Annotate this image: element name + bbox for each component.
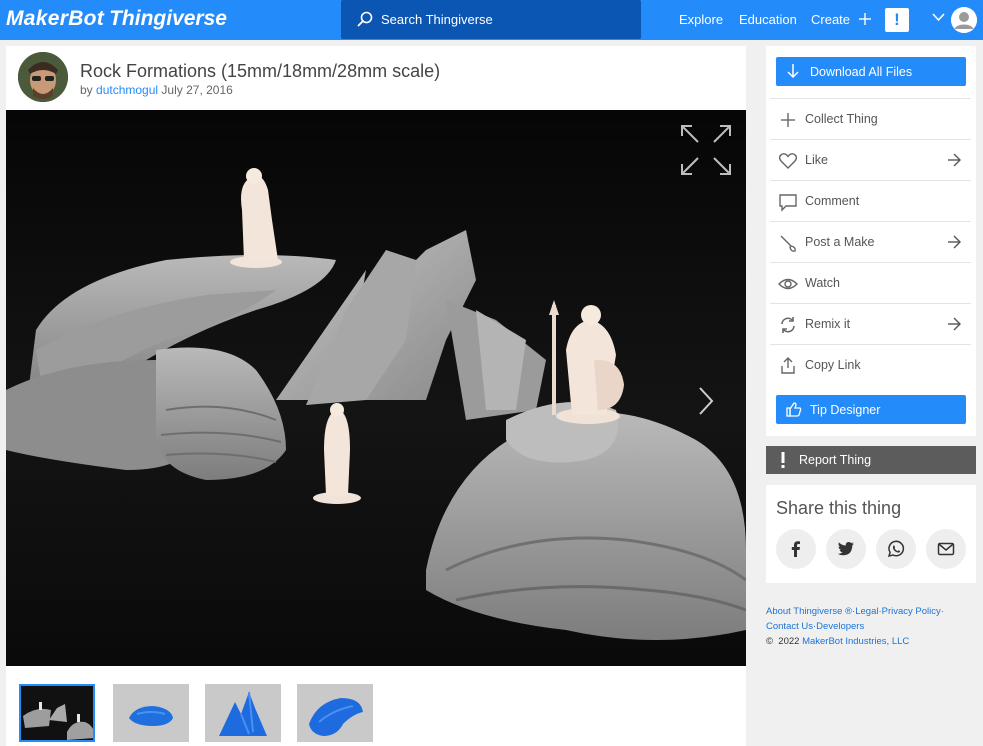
copy-link-button[interactable]: Copy Link	[770, 344, 971, 385]
report-thing-button[interactable]: Report Thing	[766, 446, 976, 474]
site-footer: About Thingiverse ®·Legal·Privacy Policy…	[766, 604, 978, 649]
share-icon	[781, 357, 795, 374]
twitter-icon	[837, 542, 854, 556]
brush-icon	[780, 235, 796, 252]
copy-link-label: Copy Link	[805, 358, 861, 372]
privacy-policy-link[interactable]: Privacy Policy	[882, 606, 941, 617]
download-all-files-button[interactable]: Download All Files	[776, 57, 966, 86]
heart-icon	[778, 153, 798, 169]
thumbnail-render	[297, 684, 373, 742]
like-label: Like	[805, 153, 828, 167]
collect-thing-button[interactable]: Collect Thing	[770, 98, 971, 139]
thumbs-up-icon	[786, 402, 802, 417]
registered-mark: ®	[845, 606, 853, 617]
makerbot-industries-link[interactable]: MakerBot Industries, LLC	[802, 636, 909, 647]
remix-it-button[interactable]: Remix it	[770, 303, 971, 344]
actions-panel: Download All Files Collect Thing Like Co…	[766, 46, 976, 436]
thumbnail-photo	[21, 686, 93, 740]
publish-date: July 27, 2016	[161, 83, 233, 97]
footer-links-row-1: About Thingiverse ®·Legal·Privacy Policy…	[766, 604, 978, 619]
nav-create-link[interactable]: Create	[811, 12, 871, 27]
byline-by: by	[80, 83, 93, 97]
report-thing-label: Report Thing	[799, 453, 872, 467]
thumbnail-3[interactable]	[205, 684, 281, 742]
nav-education-link[interactable]: Education	[739, 12, 797, 27]
remix-it-label: Remix it	[805, 317, 851, 331]
post-a-make-label: Post a Make	[805, 235, 875, 249]
creator-photo	[18, 52, 68, 102]
user-avatar-button[interactable]	[951, 7, 977, 33]
comment-icon	[779, 194, 797, 212]
expand-icon[interactable]	[680, 124, 732, 176]
plus-icon	[781, 113, 795, 127]
search-icon	[357, 11, 373, 27]
share-twitter-button[interactable]	[826, 529, 866, 569]
nav-explore-link[interactable]: Explore	[679, 12, 723, 27]
tip-designer-button[interactable]: Tip Designer	[776, 395, 966, 424]
search-placeholder: Search Thingiverse	[381, 12, 493, 27]
notifications-alert-button[interactable]: !	[885, 8, 909, 32]
thumbnail-render	[205, 684, 281, 742]
copyright-symbol: ©	[766, 636, 773, 647]
remix-icon	[781, 317, 795, 333]
arrow-right-icon	[948, 153, 961, 167]
post-a-make-button[interactable]: Post a Make	[770, 221, 971, 262]
author-link[interactable]: dutchmogul	[96, 83, 158, 97]
eye-icon	[778, 278, 798, 290]
footer-copyright: © 2022 MakerBot Industries, LLC	[766, 634, 978, 649]
nav-create-label: Create	[811, 12, 851, 27]
contact-us-link[interactable]: Contact Us	[766, 621, 813, 632]
footer-links-row-2: Contact Us·Developers	[766, 619, 978, 634]
about-thingiverse-link[interactable]: About Thingiverse	[766, 606, 842, 617]
thumbnail-render	[113, 684, 189, 742]
share-heading: Share this thing	[776, 498, 902, 518]
user-icon	[951, 7, 977, 33]
thumbnail-strip	[6, 666, 746, 746]
legal-link[interactable]: Legal	[855, 606, 878, 617]
download-all-files-label: Download All Files	[810, 65, 913, 79]
download-icon	[787, 64, 799, 78]
arrow-right-icon	[948, 235, 961, 249]
thumbnail-2[interactable]	[113, 684, 189, 742]
thumbnail-4[interactable]	[297, 684, 373, 742]
thing-byline: by dutchmogul July 27, 2016	[80, 83, 233, 97]
creator-avatar[interactable]	[18, 52, 68, 102]
watch-label: Watch	[805, 276, 840, 290]
email-icon	[937, 542, 955, 556]
facebook-icon	[791, 541, 800, 557]
next-arrow-icon[interactable]	[696, 386, 716, 416]
like-button[interactable]: Like	[770, 139, 971, 180]
thing-title: Rock Formations (15mm/18mm/28mm scale)	[80, 61, 441, 81]
thumbnail-1[interactable]	[19, 684, 95, 742]
tip-designer-label: Tip Designer	[810, 403, 881, 417]
footer-separator: ·	[940, 606, 944, 617]
thingiverse-logo[interactable]: MakerBot Thingiverse	[6, 7, 227, 31]
top-nav-bar: MakerBot Thingiverse Search Thingiverse E…	[0, 0, 983, 40]
watch-button[interactable]: Watch	[770, 262, 971, 303]
thing-main-card: Rock Formations (15mm/18mm/28mm scale) b…	[6, 46, 746, 746]
logo-makerbot-text: MakerBot	[6, 7, 105, 30]
share-panel: Share this thing	[766, 485, 976, 583]
copyright-year: 2022	[778, 636, 800, 647]
thing-header: Rock Formations (15mm/18mm/28mm scale) b…	[6, 46, 746, 110]
search-bar[interactable]: Search Thingiverse	[341, 0, 641, 39]
comment-label: Comment	[805, 194, 860, 208]
logo-thingiverse-text: Thingiverse	[109, 7, 227, 30]
rock-formations-image	[6, 110, 746, 666]
developers-link[interactable]: Developers	[816, 621, 864, 632]
share-whatsapp-button[interactable]	[876, 529, 916, 569]
share-email-button[interactable]	[926, 529, 966, 569]
chevron-down-icon[interactable]	[932, 13, 945, 22]
arrow-right-icon	[948, 317, 961, 331]
exclamation-icon	[781, 452, 785, 468]
whatsapp-icon	[887, 540, 905, 558]
plus-icon	[858, 13, 871, 25]
collect-thing-label: Collect Thing	[805, 112, 878, 126]
comment-button[interactable]: Comment	[770, 180, 971, 221]
share-facebook-button[interactable]	[776, 529, 816, 569]
main-photo[interactable]	[6, 110, 746, 666]
